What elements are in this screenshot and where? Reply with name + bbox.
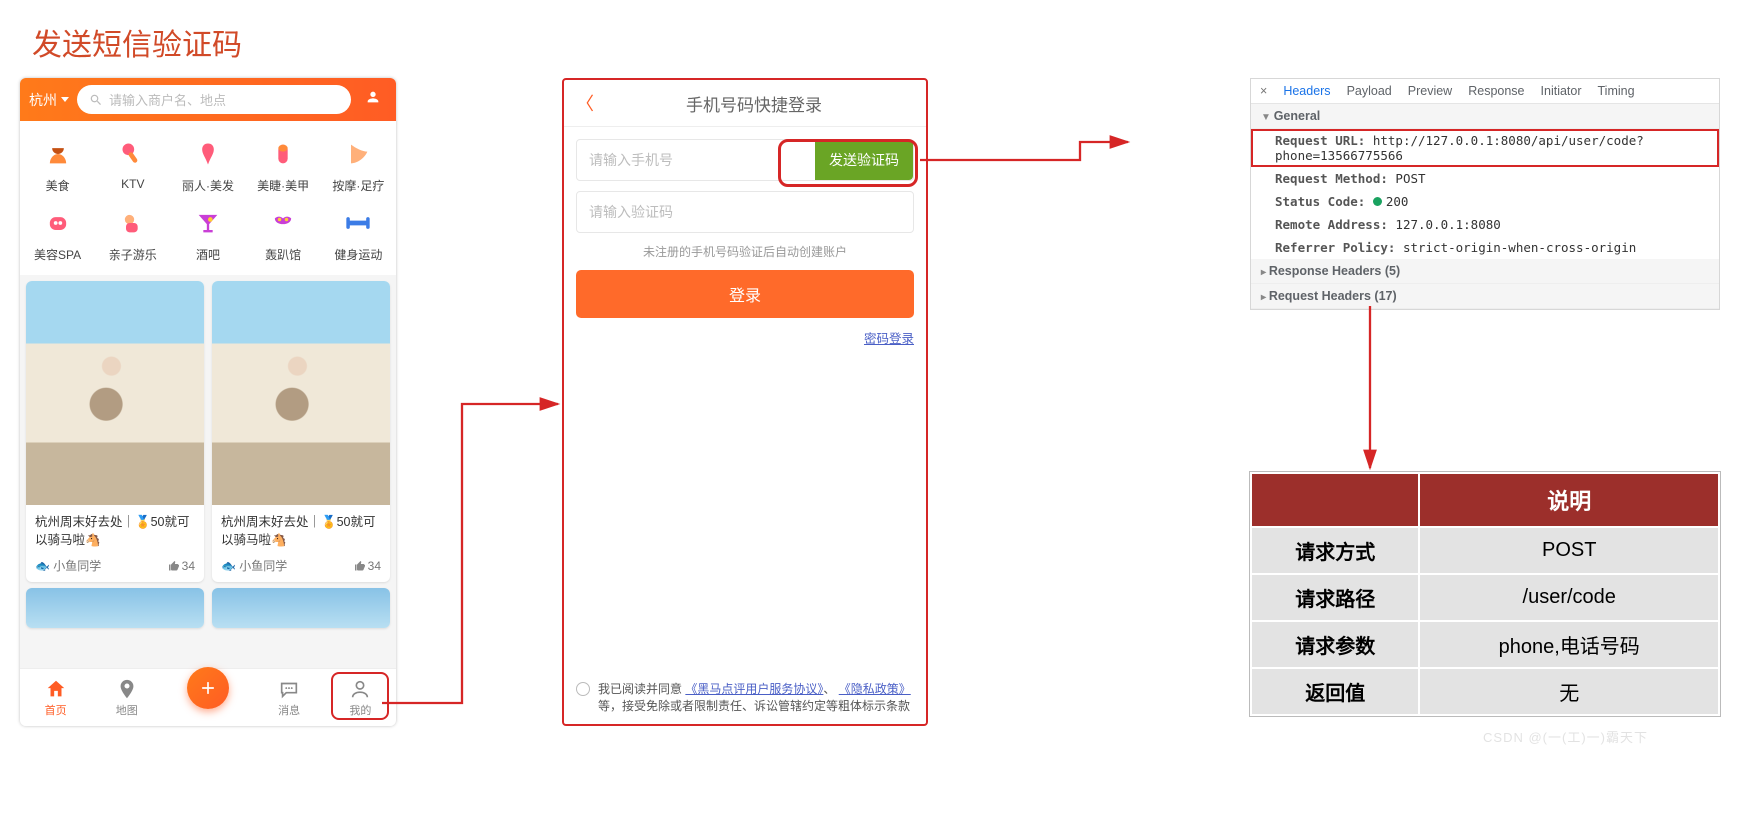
code-input[interactable] [577, 192, 913, 232]
cat-ktv[interactable]: KTV [95, 131, 170, 200]
city-picker[interactable]: 杭州 [29, 90, 69, 110]
search-input[interactable]: 请输入商户名、地点 [77, 85, 351, 114]
city-label: 杭州 [29, 90, 57, 110]
section-request-headers[interactable]: Request Headers (17) [1251, 284, 1719, 309]
back-button[interactable]: 〈 [576, 90, 594, 116]
code-field [576, 191, 914, 233]
tab-mine[interactable]: 我的 [349, 678, 371, 718]
remote-address: Remote Address: 127.0.0.1:8080 [1251, 213, 1719, 236]
table-row: 请求路径/user/code [1251, 574, 1719, 621]
section-response-headers[interactable]: Response Headers (5) [1251, 259, 1719, 284]
login-title: 手机号码快捷登录 [594, 91, 914, 116]
cat-party[interactable]: 轰趴馆 [246, 200, 321, 269]
app-header: 杭州 请输入商户名、地点 [20, 78, 396, 121]
feed-card[interactable]: 杭州周末好去处｜🏅50就可以骑马啦🐴 🐟 小鱼同学 34 [26, 281, 204, 582]
agree-checkbox[interactable] [576, 682, 590, 696]
phone-field: 发送验证码 [576, 139, 914, 181]
card-author: 🐟 小鱼同学 [35, 557, 101, 574]
watermark: CSDN @(一(工)一)霸天下 [1483, 727, 1648, 746]
agreement: 我已阅读并同意 《黑马点评用户服务协议》、 《隐私政策》 等，接受免除或者限制责… [576, 680, 914, 714]
table-row: 返回值无 [1251, 668, 1719, 715]
user-icon [349, 678, 371, 700]
spec-header-desc: 说明 [1419, 473, 1719, 527]
tab-headers[interactable]: Headers [1283, 84, 1330, 98]
feed-card[interactable]: 杭州周末好去处｜🏅50就可以骑马啦🐴 🐟 小鱼同学 34 [212, 281, 390, 582]
api-spec-table: 说明 请求方式POST 请求路径/user/code 请求参数phone,电话号… [1250, 472, 1720, 716]
cat-kids[interactable]: 亲子游乐 [95, 200, 170, 269]
search-icon [89, 93, 103, 107]
status-dot-icon [1373, 197, 1382, 206]
plus-icon [198, 678, 218, 698]
register-note: 未注册的手机号码验证后自动创建账户 [576, 243, 914, 260]
tab-home[interactable]: 首页 [45, 678, 67, 718]
tab-timing[interactable]: Timing [1598, 84, 1635, 98]
spec-header-empty [1251, 473, 1419, 527]
tab-preview[interactable]: Preview [1408, 84, 1452, 98]
category-grid: 美食 KTV 丽人·美发 美睫·美甲 按摩·足疗 美容SPA 亲子游乐 酒吧 轰… [20, 121, 396, 275]
table-row: 请求方式POST [1251, 527, 1719, 574]
user-icon [365, 89, 381, 105]
tab-payload[interactable]: Payload [1347, 84, 1392, 98]
map-icon [116, 678, 138, 700]
card-likes[interactable]: 34 [168, 559, 195, 573]
card-image [212, 281, 390, 505]
chevron-down-icon [61, 97, 69, 102]
devtools-panel: × Headers Payload Preview Response Initi… [1250, 78, 1720, 310]
tab-initiator[interactable]: Initiator [1541, 84, 1582, 98]
cat-beauty[interactable]: 丽人·美发 [170, 131, 245, 200]
cat-food[interactable]: 美食 [20, 131, 95, 200]
tab-response[interactable]: Response [1468, 84, 1524, 98]
agreement-text: 我已阅读并同意 《黑马点评用户服务协议》、 《隐私政策》 等，接受免除或者限制责… [598, 680, 914, 714]
feed: 杭州周末好去处｜🏅50就可以骑马啦🐴 🐟 小鱼同学 34 杭州周末好去处｜🏅50… [20, 275, 396, 588]
devtools-tabs: × Headers Payload Preview Response Initi… [1251, 79, 1719, 104]
card-title: 杭州周末好去处｜🏅50就可以骑马啦🐴 [221, 513, 381, 549]
close-icon[interactable]: × [1260, 84, 1267, 98]
card-image [26, 281, 204, 505]
cat-massage[interactable]: 按摩·足疗 [321, 131, 396, 200]
request-method: Request Method: POST [1251, 167, 1719, 190]
cat-nail[interactable]: 美睫·美甲 [246, 131, 321, 200]
chat-icon [278, 678, 300, 700]
phone-input[interactable] [577, 140, 815, 180]
home-icon [45, 678, 67, 700]
tab-map[interactable]: 地图 [116, 678, 138, 718]
cat-spa[interactable]: 美容SPA [20, 200, 95, 269]
cat-fitness[interactable]: 健身运动 [321, 200, 396, 269]
status-code: Status Code: 200 [1251, 190, 1719, 213]
referrer-policy: Referrer Policy: strict-origin-when-cros… [1251, 236, 1719, 259]
card-author: 🐟 小鱼同学 [221, 557, 287, 574]
terms-link[interactable]: 《黑马点评用户服务协议》 [685, 682, 823, 696]
send-code-button[interactable]: 发送验证码 [815, 140, 913, 180]
tabbar: 首页 地图 消息 我的 [20, 668, 396, 726]
cat-bar[interactable]: 酒吧 [170, 200, 245, 269]
login-button[interactable]: 登录 [576, 270, 914, 318]
search-placeholder: 请输入商户名、地点 [109, 90, 226, 109]
mobile-app: 杭州 请输入商户名、地点 美食 KTV 丽人·美发 美睫·美甲 按摩·足疗 美容… [20, 78, 396, 726]
privacy-link[interactable]: 《隐私政策》 [839, 682, 911, 696]
tab-msg[interactable]: 消息 [278, 678, 300, 718]
table-row: 请求参数phone,电话号码 [1251, 621, 1719, 668]
login-screen: 〈 手机号码快捷登录 发送验证码 未注册的手机号码验证后自动创建账户 登录 密码… [562, 78, 928, 726]
card-title: 杭州周末好去处｜🏅50就可以骑马啦🐴 [35, 513, 195, 549]
feed-card[interactable] [212, 588, 390, 628]
password-login-link[interactable]: 密码登录 [864, 332, 914, 346]
section-general[interactable]: General [1251, 104, 1719, 129]
request-url: Request URL: http://127.0.0.1:8080/api/u… [1251, 129, 1719, 167]
card-likes[interactable]: 34 [354, 559, 381, 573]
thumb-up-icon [354, 560, 366, 572]
thumb-up-icon [168, 560, 180, 572]
compose-button[interactable] [187, 667, 229, 709]
feed-card[interactable] [26, 588, 204, 628]
header-user-icon[interactable] [359, 89, 387, 110]
page-title: 发送短信验证码 [32, 20, 1712, 64]
